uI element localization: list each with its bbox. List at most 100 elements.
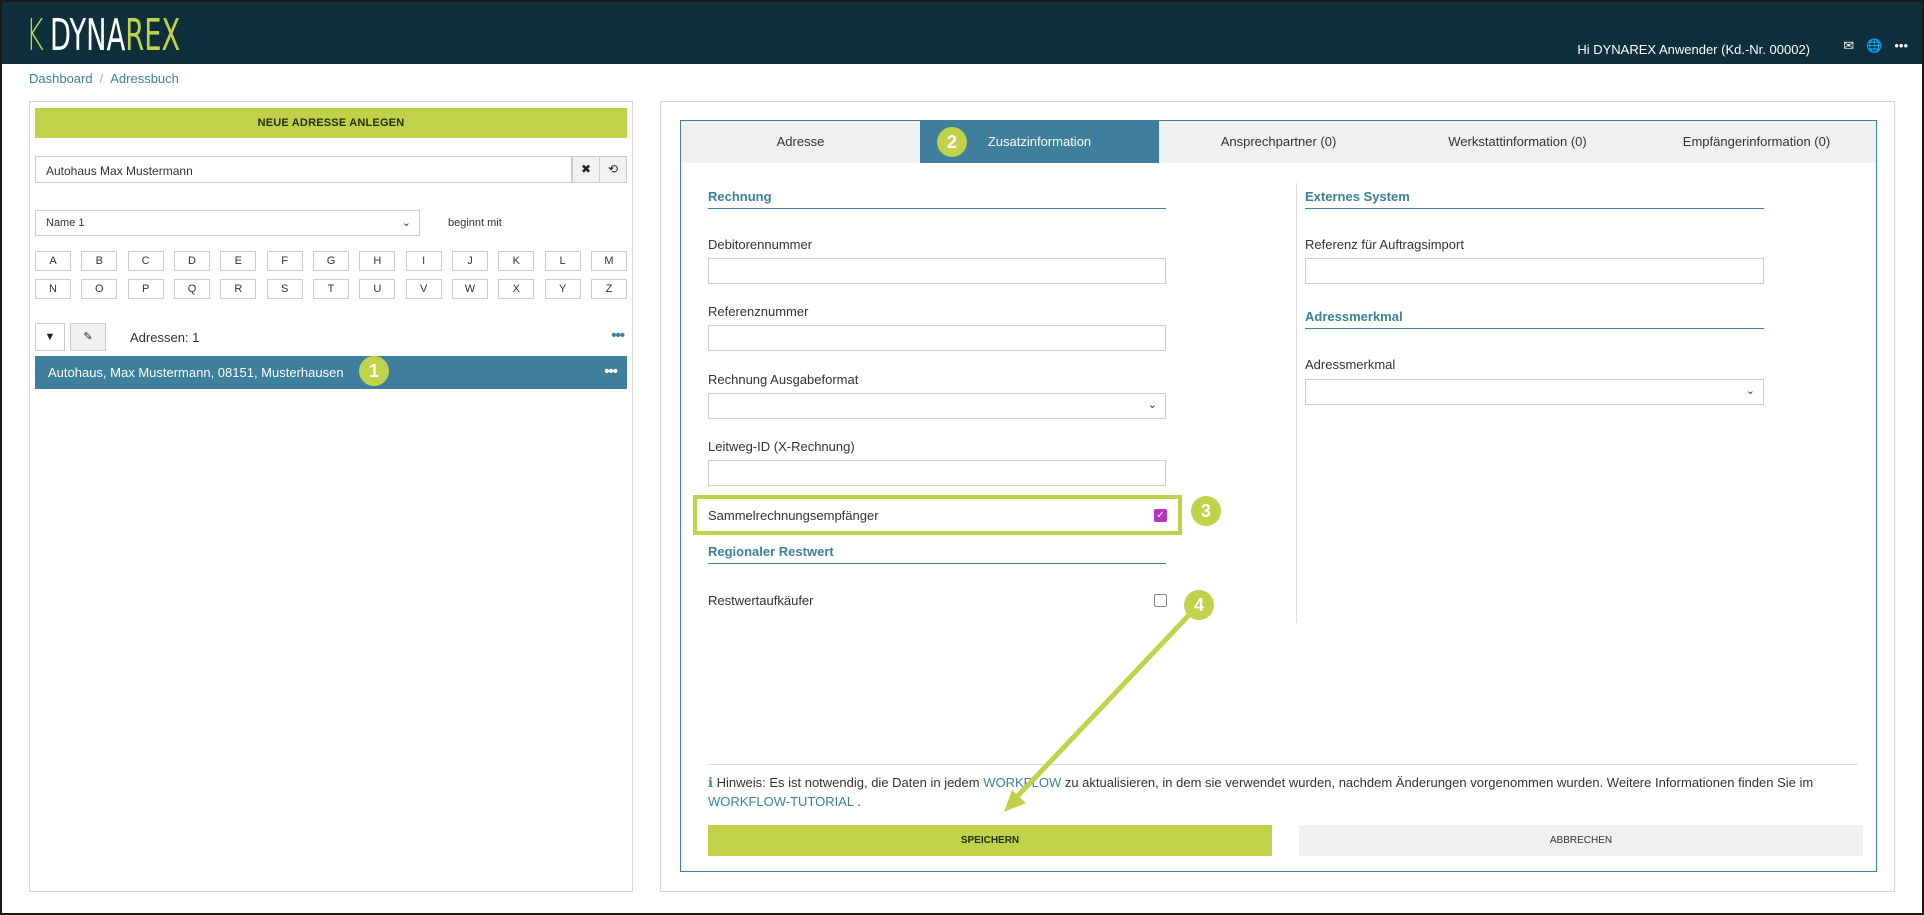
hint-divider xyxy=(708,764,1858,765)
tab-bar: Adresse Zusatzinformation Ansprechpartne… xyxy=(681,121,1876,163)
letter-filter-l[interactable]: L xyxy=(544,251,581,271)
letter-filter-h[interactable]: H xyxy=(359,251,396,271)
workflow-tutorial-link[interactable]: WORKFLOW-TUTORIAL xyxy=(708,794,854,809)
eraser-icon[interactable]: ✎ xyxy=(70,323,106,351)
adressmerkmal-select[interactable]: ⌄ xyxy=(1305,379,1764,405)
adressmerkmal-label: Adressmerkmal xyxy=(1305,357,1396,372)
letter-filter-f[interactable]: F xyxy=(266,251,303,271)
breadcrumb-separator: / xyxy=(99,71,104,86)
sammelrechnung-checkbox[interactable]: ✓ xyxy=(1154,509,1167,522)
letter-filter-z[interactable]: Z xyxy=(590,279,627,299)
letter-filter-s[interactable]: S xyxy=(266,279,303,299)
referenz-label: Referenz für Auftragsimport xyxy=(1305,237,1464,252)
letter-filter-a[interactable]: A xyxy=(35,251,71,271)
letter-filter-w[interactable]: W xyxy=(451,279,488,299)
section-regionaler-restwert: Regionaler Restwert xyxy=(708,544,1166,564)
leitweg-field[interactable] xyxy=(708,460,1166,486)
address-list-panel: NEUE ADRESSE ANLEGEN Autohaus Max Muster… xyxy=(29,101,633,892)
letter-filter-k[interactable]: K xyxy=(498,251,535,271)
save-button[interactable]: SPEICHERN xyxy=(708,825,1272,856)
row-more-icon[interactable]: ••• xyxy=(604,363,618,380)
letter-filter-c[interactable]: C xyxy=(127,251,164,271)
letter-filter-q[interactable]: Q xyxy=(173,279,210,299)
logo-dyna: DYNA xyxy=(50,10,126,61)
hint-text: ℹ Hinweis: Es ist notwendig, die Daten i… xyxy=(708,775,1814,809)
leitweg-label: Leitweg-ID (X-Rechnung) xyxy=(708,439,855,454)
breadcrumb-adressbuch[interactable]: Adressbuch xyxy=(110,71,179,86)
match-mode-label[interactable]: beginnt mit xyxy=(448,217,502,229)
tab-zusatzinformation-label: Zusatzinformation xyxy=(987,134,1092,149)
more-icon[interactable]: ••• xyxy=(1894,38,1908,54)
letter-filter-row-2: NOPQRSTUVWXYZ xyxy=(35,279,627,299)
letter-filter-g[interactable]: G xyxy=(312,251,349,271)
section-adressmerkmal: Adressmerkmal xyxy=(1305,309,1764,329)
new-address-button[interactable]: NEUE ADRESSE ANLEGEN xyxy=(35,108,627,138)
chevron-down-icon: ⌄ xyxy=(401,217,411,229)
letter-filter-v[interactable]: V xyxy=(405,279,442,299)
letter-filter-u[interactable]: U xyxy=(359,279,396,299)
letter-filter-e[interactable]: E xyxy=(220,251,257,271)
user-greeting[interactable]: Hi DYNAREX Anwender (Kd.-Nr. 00002) xyxy=(1577,42,1810,57)
clear-search-icon[interactable]: ✖ xyxy=(572,156,600,183)
column-divider xyxy=(1296,183,1297,623)
dynarex-logo[interactable]: K DYNAREX xyxy=(26,10,180,61)
header-icons: ✉ 🌐 ••• xyxy=(1843,38,1908,54)
workflow-link[interactable]: WORKFLOW xyxy=(983,775,1061,790)
referenznummer-field[interactable] xyxy=(708,325,1166,351)
address-count: Adressen: 1 xyxy=(130,330,200,345)
name-field-select[interactable]: Name 1 ⌄ xyxy=(35,210,420,236)
letter-filter-d[interactable]: D xyxy=(173,251,210,271)
letter-filter-t[interactable]: T xyxy=(312,279,349,299)
step-marker-1: 1 xyxy=(359,356,389,386)
ausgabeformat-select[interactable]: ⌄ xyxy=(708,393,1166,419)
restwert-label: Restwertaufkäufer xyxy=(708,593,814,608)
logo-k: K xyxy=(26,10,45,61)
letter-filter-y[interactable]: Y xyxy=(544,279,581,299)
step-marker-2: 2 xyxy=(937,127,967,157)
letter-filter-o[interactable]: O xyxy=(81,279,118,299)
globe-icon[interactable]: 🌐 xyxy=(1866,38,1882,54)
letter-filter-row-1: ABCDEFGHIJKLM xyxy=(35,251,627,271)
letter-filter-p[interactable]: P xyxy=(127,279,164,299)
letter-filter-x[interactable]: X xyxy=(498,279,535,299)
chevron-down-icon: ⌄ xyxy=(1147,399,1157,411)
top-bar: K DYNAREX Hi DYNAREX Anwender (Kd.-Nr. 0… xyxy=(0,0,1924,64)
breadcrumb: Dashboard / Adressbuch xyxy=(29,71,179,86)
cancel-button[interactable]: ABBRECHEN xyxy=(1299,825,1863,856)
section-externes-system: Externes System xyxy=(1305,189,1764,209)
debitorennummer-label: Debitorennummer xyxy=(708,237,813,252)
list-item-label: Autohaus, Max Mustermann, 08151, Musterh… xyxy=(48,365,344,380)
detail-form: Adresse Zusatzinformation Ansprechpartne… xyxy=(680,120,1877,872)
letter-filter-b[interactable]: B xyxy=(81,251,118,271)
letter-filter-i[interactable]: I xyxy=(405,251,442,271)
list-item[interactable]: Autohaus, Max Mustermann, 08151, Musterh… xyxy=(35,356,627,389)
referenznummer-label: Referenznummer xyxy=(708,304,809,319)
chevron-down-icon: ⌄ xyxy=(1745,385,1755,397)
detail-panel: Adresse Zusatzinformation Ansprechpartne… xyxy=(660,101,1895,892)
letter-filter-m[interactable]: M xyxy=(590,251,627,271)
search-input[interactable]: Autohaus Max Mustermann xyxy=(35,156,572,183)
logo-rex: REX xyxy=(125,10,181,61)
step-marker-3: 3 xyxy=(1191,496,1221,526)
filter-icon[interactable]: ▼ xyxy=(35,323,65,351)
tab-empfaengerinformation[interactable]: Empfängerinformation (0) xyxy=(1637,121,1876,163)
sammelrechnung-label: Sammelrechnungsempfänger xyxy=(708,508,879,523)
reset-search-icon[interactable]: ⟲ xyxy=(599,156,627,183)
ausgabeformat-label: Rechnung Ausgabeformat xyxy=(708,372,859,387)
letter-filter-r[interactable]: R xyxy=(220,279,257,299)
debitorennummer-field[interactable] xyxy=(708,258,1166,284)
breadcrumb-dashboard[interactable]: Dashboard xyxy=(29,71,93,86)
tab-adresse[interactable]: Adresse xyxy=(681,121,920,163)
letter-filter-j[interactable]: J xyxy=(451,251,488,271)
tab-ansprechpartner[interactable]: Ansprechpartner (0) xyxy=(1159,121,1398,163)
mail-icon[interactable]: ✉ xyxy=(1843,38,1854,54)
restwert-checkbox[interactable] xyxy=(1154,594,1167,607)
letter-filter-n[interactable]: N xyxy=(35,279,71,299)
section-rechnung: Rechnung xyxy=(708,189,1166,209)
tab-werkstattinformation[interactable]: Werkstattinformation (0) xyxy=(1398,121,1637,163)
referenz-field[interactable] xyxy=(1305,258,1764,284)
step-marker-4: 4 xyxy=(1184,590,1214,620)
name-field-value: Name 1 xyxy=(46,217,85,229)
list-more-icon[interactable]: ••• xyxy=(611,327,625,344)
info-icon: ℹ xyxy=(708,775,713,790)
